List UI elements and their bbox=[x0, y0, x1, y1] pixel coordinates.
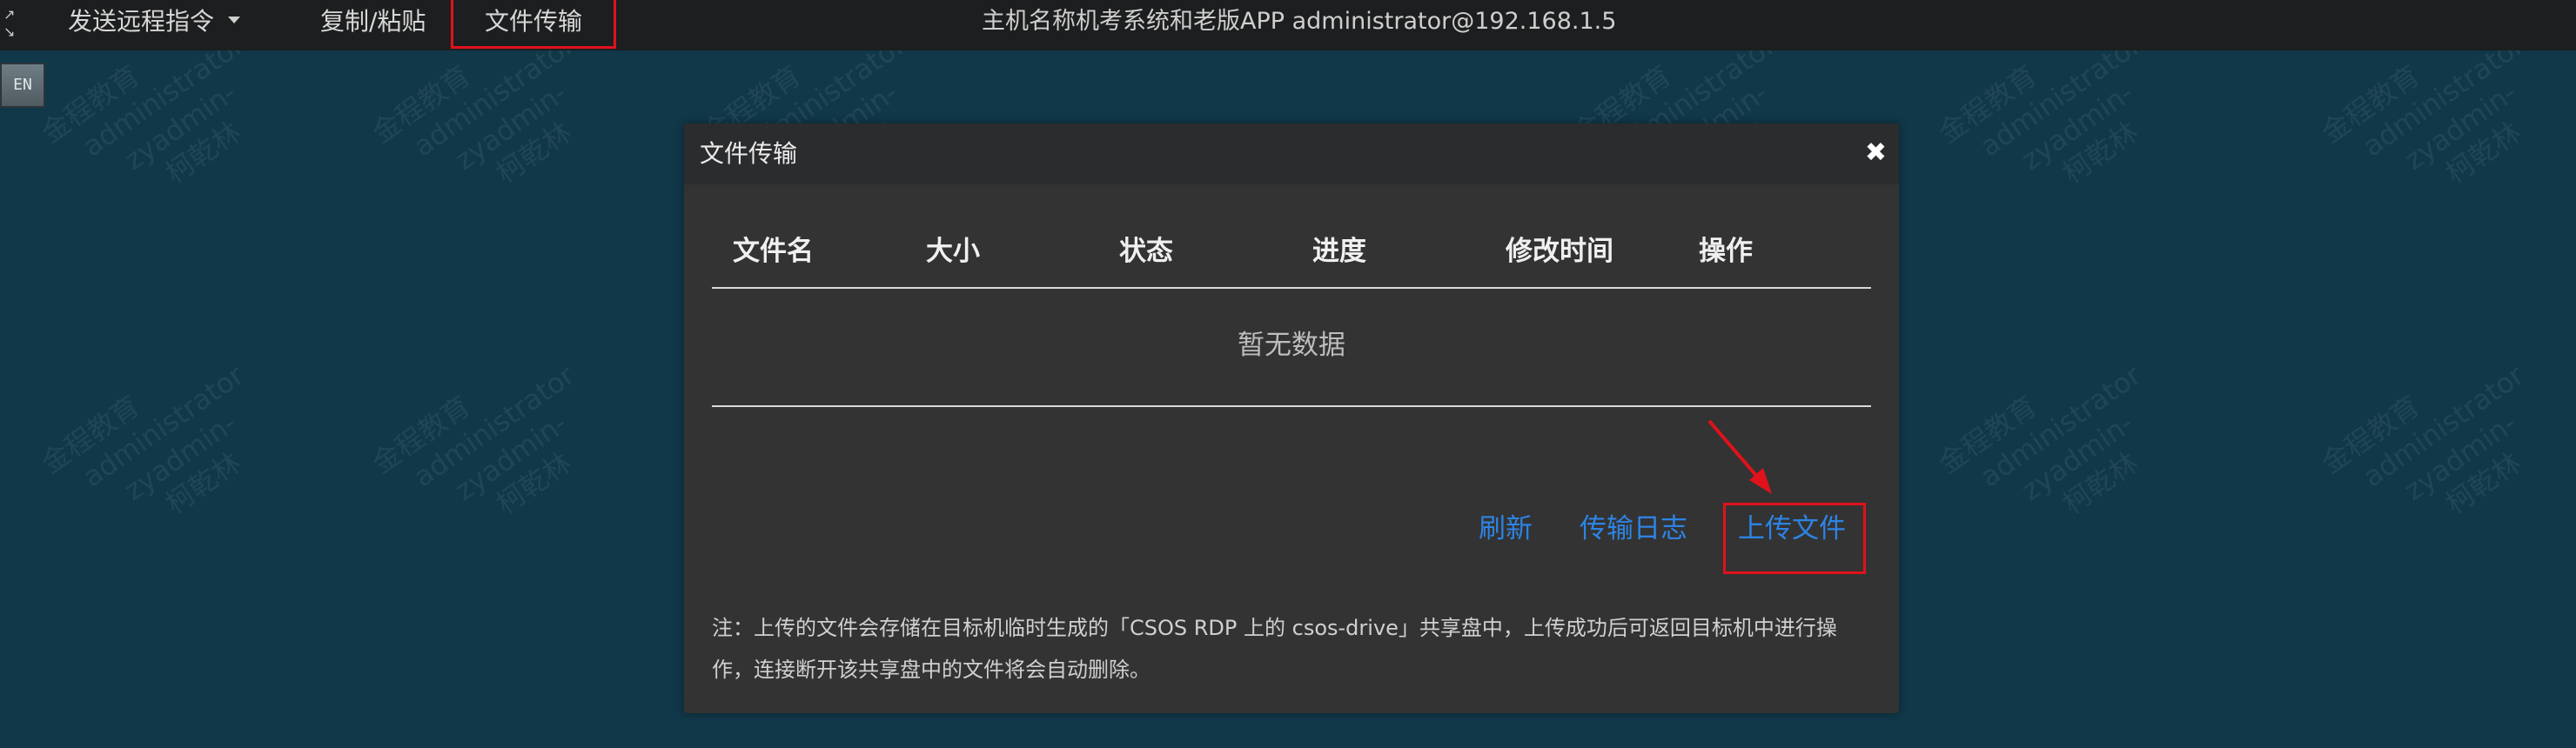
column-header-status: 状态 bbox=[1119, 236, 1173, 267]
watermark-line: administrator bbox=[2357, 358, 2531, 494]
watermark-line: 柯乾林 bbox=[490, 115, 578, 190]
watermark-line: 金程教育 bbox=[1932, 389, 2043, 480]
upload-note: 注：上传的文件会存储在目标机临时生成的「CSOS RDP 上的 csos-dri… bbox=[712, 607, 1861, 691]
file-transfer-dialog: 文件传输 ✖ 文件名 大小 状态 进度 修改时间 操作 暂无数据 刷新 传输日志… bbox=[684, 124, 1899, 713]
watermark-line: 金程教育 bbox=[2315, 389, 2426, 480]
copy-paste-menu[interactable]: 复制/粘贴 bbox=[320, 0, 426, 50]
remote-desktop-screen: 金程教育 administrator zyadmin- 柯乾林 金程教育 administ… bbox=[0, 0, 2576, 748]
watermark-text: 金程教育administratorzyadmin-柯乾林 bbox=[366, 330, 621, 566]
watermark-line: zyadmin- bbox=[448, 406, 574, 508]
file-transfer-label: 文件传输 bbox=[484, 7, 582, 36]
watermark-line: 金程教育 bbox=[366, 389, 477, 480]
watermark-line: zyadmin- bbox=[2398, 76, 2523, 177]
watermark-line: zyadmin- bbox=[448, 76, 574, 177]
watermark-line: 柯乾林 bbox=[2439, 115, 2527, 190]
fullscreen-icon[interactable]: ↗ ↘ bbox=[3, 7, 19, 40]
watermark-line: 柯乾林 bbox=[2056, 115, 2144, 190]
watermark-line: 柯乾林 bbox=[2056, 445, 2144, 521]
column-header-filename: 文件名 bbox=[733, 236, 814, 267]
close-icon[interactable]: ✖ bbox=[1865, 137, 1887, 169]
watermark-line: administrator bbox=[1974, 358, 2148, 494]
watermark-line: 柯乾林 bbox=[490, 445, 578, 521]
watermark-line: zyadmin- bbox=[2398, 406, 2523, 508]
language-indicator[interactable]: EN bbox=[0, 63, 45, 108]
watermark-line: 柯乾林 bbox=[2439, 445, 2527, 521]
dialog-title: 文件传输 bbox=[700, 139, 798, 168]
watermark-line: zyadmin- bbox=[117, 76, 243, 177]
column-header-modified-time: 修改时间 bbox=[1506, 236, 1613, 267]
transfer-log-button[interactable]: 传输日志 bbox=[1580, 511, 1687, 546]
send-remote-command-label: 发送远程指令 bbox=[68, 7, 215, 36]
watermark-line: 柯乾林 bbox=[159, 445, 247, 521]
copy-paste-label: 复制/粘贴 bbox=[320, 7, 426, 36]
watermark-text: 金程教育administratorzyadmin-柯乾林 bbox=[35, 330, 291, 566]
file-transfer-menu[interactable]: 文件传输 bbox=[451, 0, 616, 49]
watermark-line: zyadmin- bbox=[2015, 76, 2140, 177]
column-header-progress: 进度 bbox=[1312, 236, 1366, 267]
watermark-line: zyadmin- bbox=[117, 406, 243, 508]
send-remote-command-menu[interactable]: 发送远程指令 bbox=[68, 0, 241, 50]
watermark-text: 金程教育administratorzyadmin-柯乾林 bbox=[1932, 330, 2188, 566]
watermark-line: administrator bbox=[407, 358, 581, 494]
watermark-line: zyadmin- bbox=[2015, 406, 2140, 508]
dialog-header: 文件传输 ✖ bbox=[684, 124, 1899, 184]
table-header: 文件名 大小 状态 进度 修改时间 操作 bbox=[712, 233, 1871, 289]
empty-table-message: 暂无数据 bbox=[712, 289, 1871, 407]
upload-file-button[interactable]: 上传文件 bbox=[1738, 511, 1846, 546]
column-header-actions: 操作 bbox=[1699, 236, 1753, 267]
column-header-size: 大小 bbox=[926, 236, 980, 267]
upload-note-line-1: 注：上传的文件会存储在目标机临时生成的「CSOS RDP 上的 csos-dri… bbox=[712, 616, 1837, 640]
watermark-line: administrator bbox=[77, 358, 251, 494]
chevron-down-icon bbox=[228, 17, 241, 23]
upload-note-line-2: 作，连接断开该共享盘中的文件将会自动删除。 bbox=[712, 658, 1150, 682]
watermark-line: 金程教育 bbox=[35, 389, 146, 480]
watermark-line: 柯乾林 bbox=[159, 115, 247, 190]
refresh-button[interactable]: 刷新 bbox=[1479, 511, 1533, 546]
top-toolbar: ↗ ↘ 发送远程指令 复制/粘贴 文件传输 主机名称机考系统和老版APP admi… bbox=[0, 0, 2576, 50]
watermark-text: 金程教育administratorzyadmin-柯乾林 bbox=[2315, 330, 2571, 566]
window-title: 主机名称机考系统和老版APP administrator@192.168.1.5 bbox=[982, 8, 1617, 35]
